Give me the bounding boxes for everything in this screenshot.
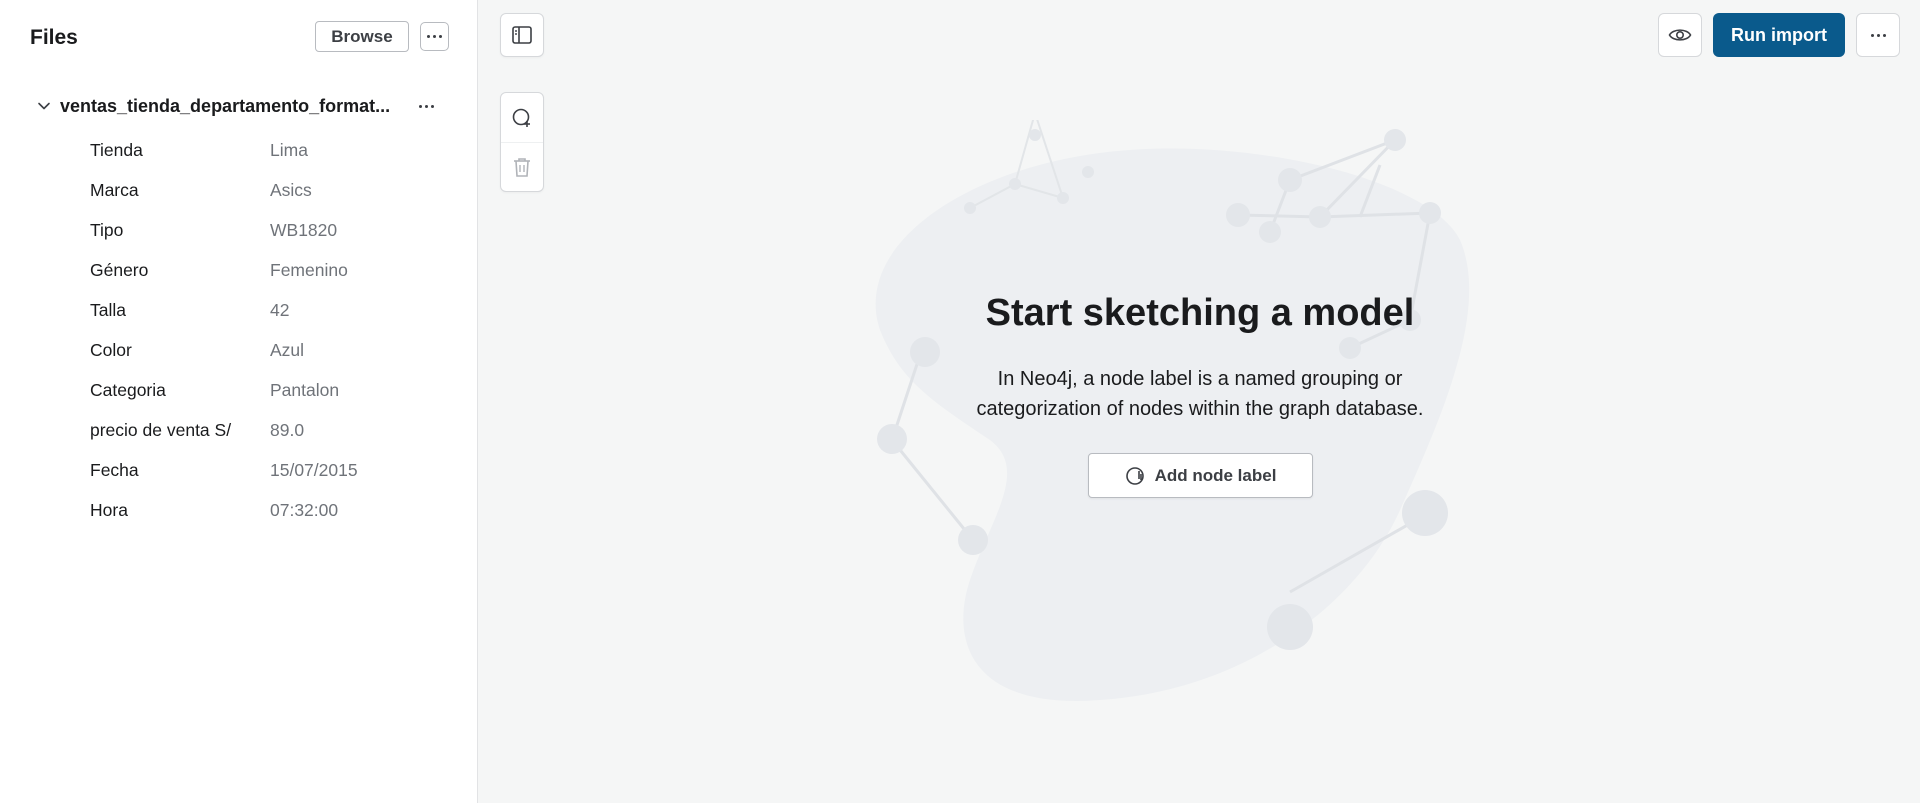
property-value: Lima — [270, 139, 308, 160]
panel-toggle-icon — [512, 26, 532, 44]
property-row: precio de venta S/89.0 — [90, 410, 450, 450]
file-more-button[interactable] — [410, 92, 442, 120]
trash-icon — [514, 158, 530, 177]
property-key: Tienda — [90, 139, 143, 160]
chevron-down-icon[interactable] — [30, 92, 58, 120]
property-key: Tipo — [90, 219, 124, 240]
add-node-button[interactable] — [501, 93, 543, 142]
property-value: 42 — [270, 299, 290, 320]
file-name: ventas_tienda_departamento_format... — [60, 95, 391, 116]
property-key: Marca — [90, 179, 139, 200]
property-value: Femenino — [270, 259, 348, 280]
files-sidebar: Files Browse ventas_tienda_departamento_… — [0, 0, 478, 803]
add-node-icon — [512, 108, 530, 127]
property-value: Asics — [270, 179, 312, 200]
browse-button[interactable]: Browse — [315, 21, 409, 52]
canvas-tools — [500, 92, 544, 192]
add-node-icon — [1125, 466, 1144, 485]
property-row: Talla 42 — [90, 290, 450, 330]
more-options-button[interactable] — [1856, 13, 1900, 57]
graph-illustration — [875, 120, 1470, 701]
property-key: Hora — [90, 499, 128, 520]
property-key: Fecha — [90, 459, 139, 480]
add-node-label-text: Add node label — [1154, 465, 1277, 485]
property-row: Tipo WB1820 — [90, 210, 450, 250]
file-properties: Tienda Lima Marca Asics Tipo WB1820 Género F… — [90, 130, 450, 530]
more-horizontal-icon — [427, 35, 442, 38]
add-node-label-button[interactable]: Add node label — [1088, 453, 1313, 498]
property-row: Tienda Lima — [90, 130, 450, 170]
property-key: Categoria — [90, 379, 166, 400]
more-horizontal-icon — [418, 104, 434, 108]
property-row: Hora 07:32:00 — [90, 490, 450, 530]
preview-button[interactable] — [1658, 13, 1702, 57]
property-key: precio de venta S/ — [90, 419, 232, 440]
file-item[interactable]: ventas_tienda_departamento_format... — [30, 90, 450, 122]
property-value: 15/07/2015 — [270, 459, 358, 480]
property-value: 89.0 — [270, 419, 305, 440]
sidebar-toggle-button[interactable] — [500, 13, 544, 57]
more-horizontal-icon — [1870, 33, 1886, 37]
property-key: Género — [90, 259, 149, 280]
property-value: Pantalon — [270, 379, 340, 400]
run-import-button[interactable]: Run import — [1713, 13, 1845, 57]
property-row: Color Azul — [90, 330, 450, 370]
property-value: 07:32:00 — [270, 499, 339, 520]
empty-state-title: Start sketching a model — [985, 292, 1415, 334]
empty-state-description: In Neo4j, a node label is a named groupi… — [976, 368, 1424, 420]
delete-button[interactable] — [501, 142, 543, 191]
property-row: Género Femenino — [90, 250, 450, 290]
property-key: Talla — [90, 299, 126, 320]
files-title: Files — [30, 26, 78, 49]
files-more-button[interactable] — [420, 22, 449, 51]
property-row: Fecha 15/07/2015 — [90, 450, 450, 490]
property-value: WB1820 — [270, 219, 338, 240]
property-key: Color — [90, 339, 132, 360]
property-row: Marca Asics — [90, 170, 450, 210]
property-value: Azul — [270, 339, 305, 360]
property-row: Categoria Pantalon — [90, 370, 450, 410]
eye-icon — [1668, 29, 1692, 41]
